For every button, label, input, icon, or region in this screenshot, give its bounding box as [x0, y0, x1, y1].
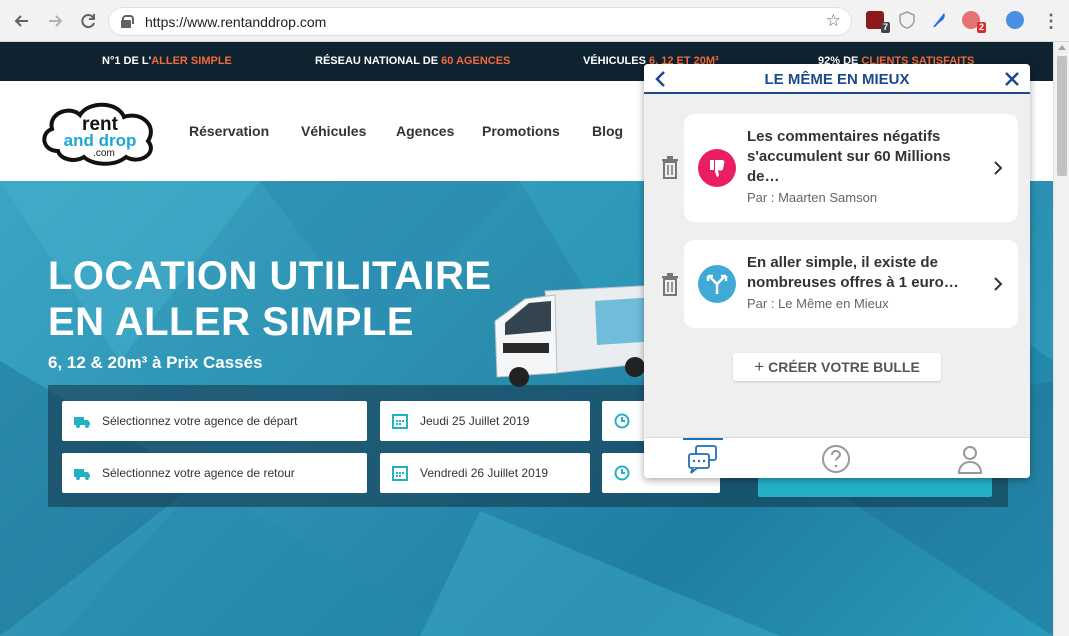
truck-icon — [74, 417, 90, 428]
topbar-item-1: N°1 DE L'ALLER SIMPLE — [102, 55, 232, 67]
bubble-card-title: Les commentaires négatifs s'accumulent s… — [747, 128, 951, 185]
return-agency-field[interactable]: Sélectionnez votre agence de retour — [62, 453, 367, 493]
hero-subtitle: 6, 12 & 20m³ à Prix Cassés — [48, 353, 263, 372]
popup-tab-bar — [644, 437, 1030, 478]
forward-arrow-icon[interactable] — [44, 10, 66, 32]
hero-title: LOCATION UTILITAIRE EN ALLER SIMPLE — [48, 254, 492, 344]
calendar-icon — [392, 414, 408, 429]
split-arrows-icon — [698, 265, 736, 303]
scroll-up-arrow-icon[interactable] — [1058, 45, 1066, 50]
chevron-right-icon — [992, 160, 1004, 176]
url-text: https://www.rentanddrop.com — [145, 14, 327, 30]
page-scrollbar[interactable] — [1053, 42, 1069, 636]
bubble-card[interactable]: En aller simple, il existe de nombreuses… — [684, 240, 1018, 328]
ublock-icon[interactable]: 7 — [866, 11, 890, 33]
create-bubble-button[interactable]: + CRÉER VOTRE BULLE — [733, 353, 941, 381]
lock-icon — [121, 15, 134, 28]
back-arrow-icon[interactable] — [11, 10, 33, 32]
chevron-right-icon — [992, 276, 1004, 292]
scrollbar-thumb[interactable] — [1057, 56, 1067, 176]
bubble-card-title: En aller simple, il existe de nombreuses… — [747, 254, 959, 291]
shield-icon[interactable] — [898, 11, 916, 29]
browser-toolbar: https://www.rentanddrop.com ☆ 7 2 ⋮ — [0, 0, 1069, 42]
clock-icon — [614, 413, 630, 429]
bookmark-star-icon[interactable]: ☆ — [826, 11, 841, 31]
trash-icon[interactable] — [661, 273, 679, 297]
plus-icon: + — [754, 357, 765, 376]
clock-icon — [614, 465, 630, 481]
popup-title: LE MÊME EN MIEUX — [764, 71, 910, 88]
nav-promotions[interactable]: Promotions — [482, 123, 560, 139]
user-icon[interactable] — [950, 438, 990, 478]
bubble-extension-icon[interactable]: 2 — [962, 11, 986, 33]
logo-line3: .com — [93, 148, 115, 159]
quill-icon[interactable] — [930, 11, 948, 29]
return-date-field[interactable]: Vendredi 26 Juillet 2019 — [380, 453, 590, 493]
popup-header: LE MÊME EN MIEUX — [644, 64, 1030, 94]
thumbs-down-icon — [698, 149, 736, 187]
chat-bubbles-icon[interactable] — [683, 438, 723, 478]
reload-icon[interactable] — [77, 10, 99, 32]
departure-agency-field[interactable]: Sélectionnez votre agence de départ — [62, 401, 367, 441]
address-bar[interactable]: https://www.rentanddrop.com ☆ — [108, 7, 852, 36]
profile-icon[interactable] — [1006, 11, 1024, 29]
menu-kebab-icon[interactable]: ⋮ — [1042, 10, 1060, 32]
extension-popup: LE MÊME EN MIEUX Les commentaires négati… — [644, 64, 1030, 478]
rentanddrop-logo[interactable]: rent and drop .com — [40, 99, 160, 167]
nav-blog[interactable]: Blog — [592, 123, 623, 139]
calendar-icon — [392, 466, 408, 481]
nav-agences[interactable]: Agences — [396, 123, 454, 139]
close-icon[interactable] — [1002, 69, 1022, 89]
nav-reservation[interactable]: Réservation — [189, 123, 269, 139]
topbar-item-2: RÉSEAU NATIONAL DE 60 AGENCES — [315, 55, 511, 67]
bubble-card-author: Par : Le Même en Mieux — [747, 296, 889, 311]
truck-icon — [74, 469, 90, 480]
trash-icon[interactable] — [661, 156, 679, 180]
bubble-card-author: Par : Maarten Samson — [747, 190, 878, 205]
nav-vehicules[interactable]: Véhicules — [301, 123, 366, 139]
departure-date-field[interactable]: Jeudi 25 Juillet 2019 — [380, 401, 590, 441]
bubble-card[interactable]: Les commentaires négatifs s'accumulent s… — [684, 114, 1018, 222]
help-icon[interactable] — [816, 438, 856, 478]
